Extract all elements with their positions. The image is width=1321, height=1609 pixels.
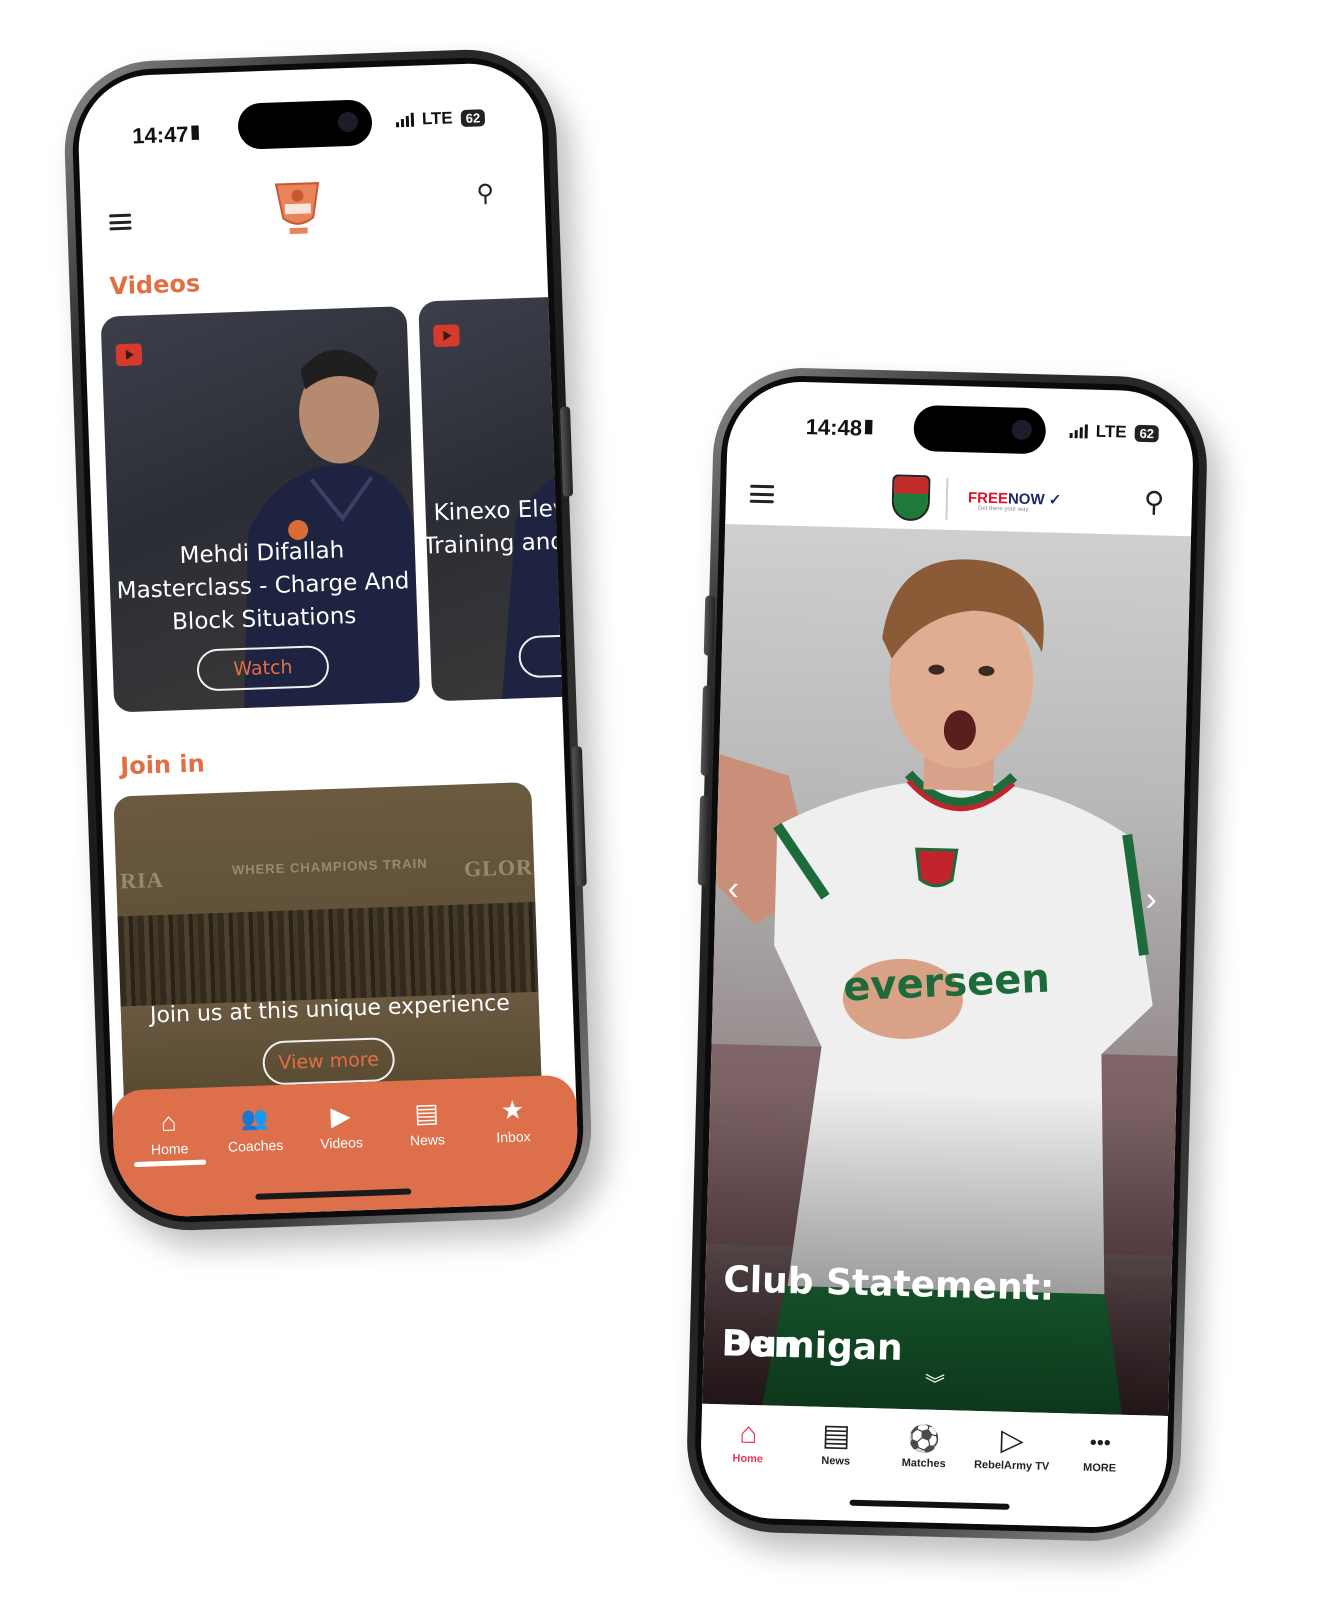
status-right: LTE 62 xyxy=(1069,421,1160,443)
video-card[interactable]: Mehdi Difallah Masterclass - Charge And … xyxy=(100,306,421,713)
power-button xyxy=(571,746,587,887)
tab-coaches[interactable]: 👥 Coaches xyxy=(214,1102,296,1155)
news-icon: ▤ xyxy=(821,1418,851,1453)
hero-carousel[interactable]: everseen ‹ › Club Statement: Ben Dumigan… xyxy=(702,524,1192,1416)
bottom-tab-bar: ⌂ Home 👥 Coaches ▶ Videos ▤ News ★ Inbox xyxy=(111,1074,580,1219)
tab-matches[interactable]: ⚽ Matches xyxy=(879,1420,970,1470)
active-tab-indicator xyxy=(134,1159,207,1168)
videos-heading: Videos xyxy=(109,269,201,301)
status-time: 14:47 xyxy=(131,121,189,149)
status-right: LTE 62 xyxy=(395,107,486,130)
phone-left-screen: 14:47 ▮ LTE 62 ⚲ Videos Mehdi Difallah M… xyxy=(76,61,580,1219)
chevron-left-icon[interactable]: ‹ xyxy=(727,869,739,908)
menu-icon[interactable] xyxy=(749,484,775,504)
phone-left: 14:47 ▮ LTE 62 ⚲ Videos Mehdi Difallah M… xyxy=(61,46,595,1234)
home-icon: ⌂ xyxy=(738,1416,758,1451)
join-heading: Join in xyxy=(119,749,206,781)
volume-up-button xyxy=(700,685,713,776)
news-icon: ▤ xyxy=(413,1097,440,1129)
status-time: 14:48 xyxy=(805,414,863,441)
tab-home[interactable]: ⌂ Home xyxy=(703,1416,794,1466)
youtube-icon xyxy=(433,324,460,348)
view-more-button[interactable]: View more xyxy=(261,1036,396,1086)
video-title: Mehdi Difallah Masterclass - Charge And … xyxy=(116,537,410,636)
home-indicator xyxy=(255,1188,412,1200)
volume-down-button xyxy=(697,795,711,886)
phone-right: 14:48 ▮ LTE 62 FREENOW ✓ Get there your … xyxy=(684,365,1210,1544)
battery-icon: 62 xyxy=(460,108,486,127)
dynamic-island xyxy=(237,99,373,150)
club-crest xyxy=(891,474,931,522)
star-icon: ★ xyxy=(500,1094,525,1126)
hero-title-line2[interactable]: Dumigan xyxy=(721,1312,1103,1386)
menu-icon[interactable] xyxy=(109,213,132,231)
football-icon: ⚽ xyxy=(907,1423,941,1454)
bottom-tab-bar: ⌂ Home ▤ News ⚽ Matches ▷ RebelArmy TV •… xyxy=(699,1403,1168,1529)
search-icon[interactable]: ⚲ xyxy=(476,179,495,209)
banner-text: GLORI xyxy=(463,853,543,882)
sim-icon: ▮ xyxy=(189,121,201,142)
sponsor-logo: FREENOW ✓ Get there your way xyxy=(967,489,1062,513)
sim-icon: ▮ xyxy=(863,415,874,436)
phone-right-screen: 14:48 ▮ LTE 62 FREENOW ✓ Get there your … xyxy=(699,380,1195,1529)
tab-rebelarmy-tv[interactable]: ▷ RebelArmy TV xyxy=(966,1423,1057,1473)
banner-text: RIA xyxy=(119,866,165,894)
tab-videos[interactable]: ▶ Videos xyxy=(300,1099,382,1152)
club-logo xyxy=(274,182,320,235)
group-photo xyxy=(117,901,539,1007)
banner-text: WHERE CHAMPIONS TRAIN xyxy=(231,855,428,878)
watch-button[interactable] xyxy=(517,633,580,679)
battery-icon: 62 xyxy=(1134,424,1160,442)
home-indicator xyxy=(849,1499,1010,1510)
join-card[interactable]: RIA WHERE CHAMPIONS TRAIN GLORI Join us … xyxy=(113,781,543,1115)
play-circle-icon: ▷ xyxy=(1000,1423,1025,1458)
signal-icon xyxy=(395,112,415,128)
network-label: LTE xyxy=(1095,421,1127,442)
network-label: LTE xyxy=(421,108,454,129)
search-icon[interactable]: ⚲ xyxy=(1143,485,1165,519)
youtube-icon xyxy=(115,343,143,367)
app-header: ⚲ xyxy=(80,161,547,267)
tab-news[interactable]: ▤ News xyxy=(791,1418,882,1468)
tab-news[interactable]: ▤ News xyxy=(386,1096,468,1149)
header-divider xyxy=(945,477,949,520)
watch-button[interactable]: Watch xyxy=(196,644,330,692)
tab-home[interactable]: ⌂ Home xyxy=(128,1105,210,1158)
signal-icon xyxy=(1069,424,1088,439)
side-button xyxy=(560,406,574,497)
home-icon: ⌂ xyxy=(160,1106,178,1138)
more-icon: ••• xyxy=(1089,1431,1112,1455)
chevron-down-icon[interactable]: ︾ xyxy=(924,1368,945,1398)
shirt-sponsor: everseen xyxy=(842,955,1051,1011)
tab-more[interactable]: ••• MORE xyxy=(1054,1425,1145,1475)
coaches-icon: 👥 xyxy=(240,1105,269,1132)
dynamic-island xyxy=(913,404,1047,455)
play-icon: ▶ xyxy=(330,1100,352,1132)
tab-inbox[interactable]: ★ Inbox xyxy=(472,1093,554,1146)
action-button xyxy=(703,595,716,656)
chevron-right-icon[interactable]: › xyxy=(1145,880,1157,919)
